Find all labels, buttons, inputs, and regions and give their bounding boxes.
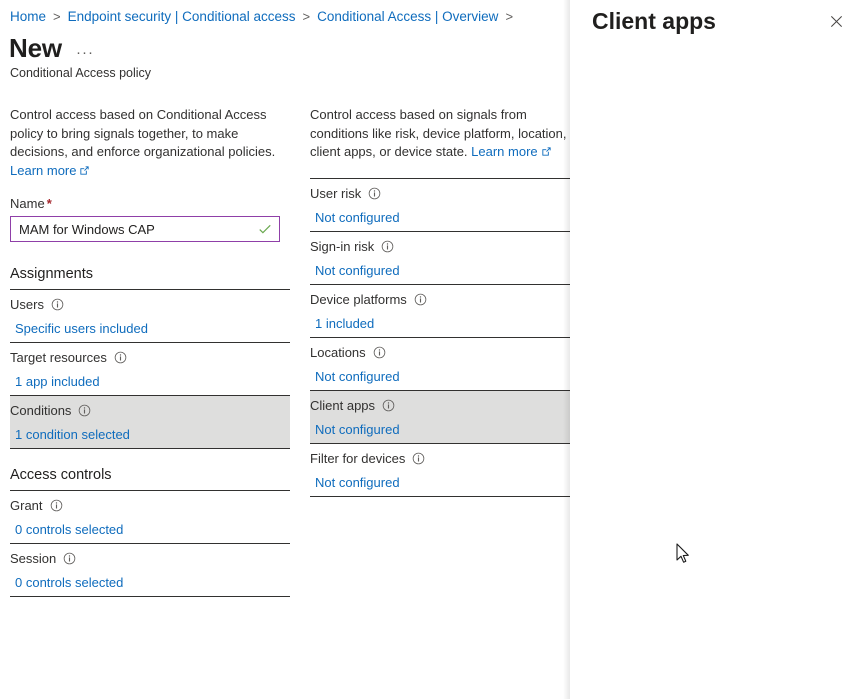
info-icon[interactable] <box>114 351 127 364</box>
assignment-row-conditions[interactable]: Conditions 1 condition selected <box>10 395 290 448</box>
condition-row-client-apps[interactable]: Client apps Not configured <box>310 389 570 443</box>
condition-row-device-platforms-value[interactable]: 1 included <box>315 316 570 331</box>
middle-learn-more-link[interactable]: Learn more <box>471 144 551 159</box>
condition-row-filter-for-devices[interactable]: Filter for devices Not configured <box>310 442 570 496</box>
assignment-row-users-label: Users <box>10 297 44 312</box>
name-field-label: Name * <box>10 196 52 211</box>
close-icon <box>830 15 842 27</box>
access-row-grant-label: Grant <box>10 498 43 513</box>
assignment-row-users[interactable]: Users Specific users included <box>10 289 290 342</box>
info-icon[interactable] <box>412 452 425 465</box>
breadcrumb-item-conditional-access-overview[interactable]: Conditional Access | Overview <box>317 9 498 24</box>
breadcrumb-item-endpoint-security[interactable]: Endpoint security | Conditional access <box>68 9 296 24</box>
condition-row-locations-label: Locations <box>310 344 366 360</box>
condition-row-device-platforms[interactable]: Device platforms 1 included <box>310 283 570 337</box>
condition-row-client-apps-value[interactable]: Not configured <box>315 422 570 437</box>
info-icon[interactable] <box>78 404 91 417</box>
breadcrumb-separator: > <box>302 9 311 24</box>
assignments-heading: Assignments <box>10 266 94 282</box>
required-indicator: * <box>46 196 52 211</box>
assignment-row-target-resources[interactable]: Target resources 1 app included <box>10 342 290 395</box>
condition-row-sign-in-risk-value[interactable]: Not configured <box>315 263 570 278</box>
access-controls-heading: Access controls <box>10 467 112 483</box>
name-input[interactable] <box>11 217 279 241</box>
left-description-text: Control access based on Conditional Acce… <box>10 107 276 159</box>
info-icon[interactable] <box>63 552 76 565</box>
page-subtitle: Conditional Access policy <box>10 66 152 80</box>
access-row-grant-value[interactable]: 0 controls selected <box>15 522 290 537</box>
assignment-row-target-resources-value[interactable]: 1 app included <box>15 374 290 389</box>
condition-row-sign-in-risk[interactable]: Sign-in risk Not configured <box>310 230 570 284</box>
assignment-row-conditions-value[interactable]: 1 condition selected <box>15 427 290 442</box>
info-icon[interactable] <box>51 298 64 311</box>
page-title: New <box>9 33 62 63</box>
info-icon[interactable] <box>381 240 394 253</box>
assignment-row-users-value[interactable]: Specific users included <box>15 321 290 336</box>
name-input-wrapper[interactable] <box>10 216 280 242</box>
close-panel-button[interactable] <box>825 10 847 32</box>
left-learn-more-link[interactable]: Learn more <box>10 163 90 178</box>
condition-row-sign-in-risk-label: Sign-in risk <box>310 238 375 254</box>
access-row-grant[interactable]: Grant 0 controls selected <box>10 490 290 543</box>
breadcrumb: Home > Endpoint security | Conditional a… <box>10 9 520 24</box>
info-icon[interactable] <box>373 346 386 359</box>
divider <box>10 596 290 597</box>
assignment-row-target-resources-label: Target resources <box>10 350 107 365</box>
info-icon[interactable] <box>50 499 63 512</box>
access-row-session-value[interactable]: 0 controls selected <box>15 575 290 590</box>
access-row-session[interactable]: Session 0 controls selected <box>10 543 290 596</box>
divider <box>310 495 570 497</box>
condition-row-filter-for-devices-value[interactable]: Not configured <box>315 475 570 490</box>
info-icon[interactable] <box>382 399 395 412</box>
breadcrumb-item-home[interactable]: Home <box>10 9 46 24</box>
app-root: Home > Endpoint security | Conditional a… <box>0 0 854 699</box>
condition-row-filter-for-devices-label: Filter for devices <box>310 450 406 466</box>
conditional-access-new-policy-page: Home > Endpoint security | Conditional a… <box>0 0 570 699</box>
condition-row-locations-value[interactable]: Not configured <box>315 369 570 384</box>
access-row-session-label: Session <box>10 551 57 566</box>
condition-row-device-platforms-label: Device platforms <box>310 291 407 307</box>
condition-row-user-risk[interactable]: User risk Not configured <box>310 177 570 231</box>
more-options-icon[interactable]: ··· <box>76 44 94 61</box>
middle-description: Control access based on signals from con… <box>310 106 570 162</box>
info-icon[interactable] <box>368 187 381 200</box>
condition-row-user-risk-label: User risk <box>310 185 362 201</box>
assignment-row-conditions-label: Conditions <box>10 403 72 418</box>
condition-row-locations[interactable]: Locations Not configured <box>310 336 570 390</box>
valid-check-icon <box>259 224 271 234</box>
panel-title: Client apps <box>592 8 716 34</box>
client-apps-panel: Client apps Control user access to targe… <box>570 0 854 699</box>
external-link-icon <box>542 147 551 156</box>
left-description: Control access based on Conditional Acce… <box>10 106 290 180</box>
external-link-icon <box>80 165 90 175</box>
condition-row-client-apps-label: Client apps <box>310 397 376 413</box>
assignments-column: Control access based on Conditional Acce… <box>10 106 290 597</box>
breadcrumb-separator: > <box>53 9 61 24</box>
breadcrumb-separator: > <box>505 9 514 24</box>
condition-row-user-risk-value[interactable]: Not configured <box>315 210 570 225</box>
conditions-column: Control access based on signals from con… <box>310 106 570 497</box>
divider <box>10 448 290 449</box>
info-icon[interactable] <box>414 293 427 306</box>
